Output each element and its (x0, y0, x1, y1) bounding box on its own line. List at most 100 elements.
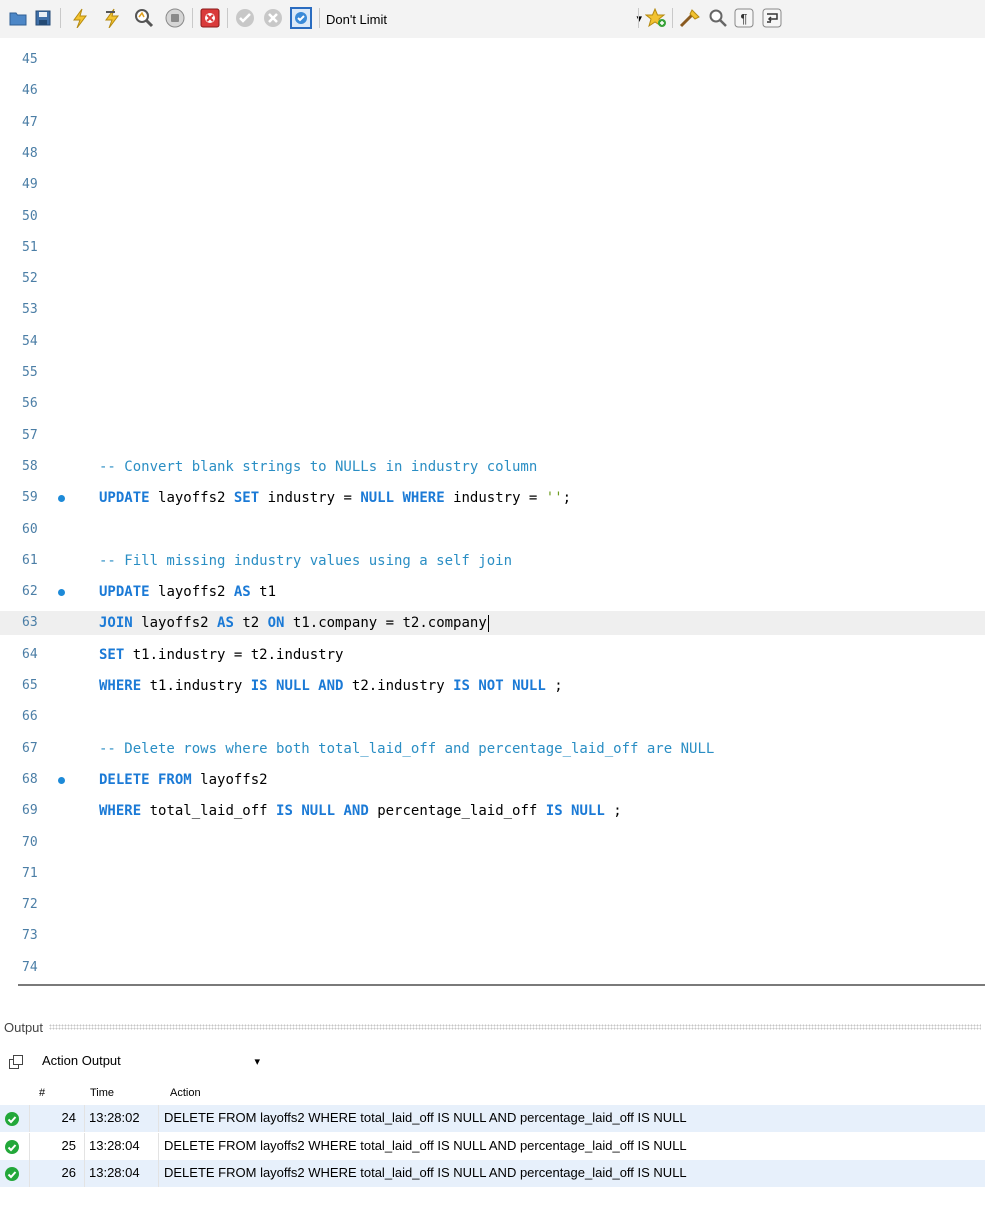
line-number: 65 (22, 678, 38, 693)
sql-keyword: NULL (360, 490, 395, 507)
column-divider (29, 1132, 30, 1160)
code-line[interactable]: 70 (0, 831, 985, 855)
sql-token: t2 (242, 615, 268, 632)
invisibles-icon[interactable]: ¶ (732, 6, 756, 30)
save-icon[interactable] (31, 6, 55, 30)
table-row[interactable]: 24 13:28:02 DELETE FROM layoffs2 WHERE tot… (0, 1105, 985, 1132)
code-line[interactable]: 53 (0, 298, 985, 322)
toolbar-separator (227, 8, 228, 28)
line-number: 71 (22, 865, 38, 881)
code-line[interactable]: 51 (0, 236, 985, 260)
column-header-action[interactable]: Action (170, 1087, 201, 1099)
find-icon[interactable] (706, 6, 730, 30)
line-number: 47 (22, 114, 38, 130)
code-line[interactable]: 73 (0, 924, 985, 948)
beautify-icon[interactable] (678, 6, 702, 30)
open-file-icon[interactable] (6, 6, 30, 30)
explain-icon[interactable] (132, 6, 156, 30)
code-line[interactable]: 48 (0, 142, 985, 166)
table-row[interactable]: 25 13:28:04 DELETE FROM layoffs2 WHERE tot… (0, 1132, 985, 1160)
row-time: 13:28:04 (89, 1137, 140, 1153)
line-number: 59 (22, 490, 38, 506)
column-header-number[interactable]: # (39, 1087, 45, 1099)
autocommit-icon[interactable] (289, 6, 313, 30)
line-number: 46 (22, 83, 38, 99)
statement-marker-icon[interactable] (58, 495, 65, 503)
code-line[interactable]: 60 (0, 518, 985, 542)
code-line[interactable]: 65 WHERE t1.industry IS NULL AND t2.indus… (0, 674, 985, 698)
code-line[interactable]: 61 -- Fill missing industry values using … (0, 549, 985, 573)
sql-keyword: IS NULL AND (250, 678, 344, 694)
column-header-time[interactable]: Time (90, 1087, 114, 1099)
code-line[interactable]: 67 -- Delete rows where both total_laid_o… (0, 737, 985, 761)
code-line[interactable]: 62 UPDATE layoffs2 AS t1 (0, 580, 985, 604)
code-line[interactable]: 55 (0, 361, 985, 385)
line-number: 68 (22, 771, 38, 787)
sql-keyword: WHERE (402, 490, 445, 507)
code-line[interactable]: 71 (0, 862, 985, 886)
code-line[interactable]: 59 UPDATE layoffs2 SET industry = NULL WH… (0, 486, 985, 510)
code-line[interactable]: 58 -- Convert blank strings to NULLs in i… (0, 455, 985, 479)
code-line[interactable]: 63 JOIN layoffs2 AS t2 ON t1.company = t2… (0, 611, 985, 636)
code-line[interactable]: 45 (0, 48, 985, 72)
chevron-down-icon[interactable]: ▾ (254, 1055, 260, 1068)
add-snippet-icon[interactable] (644, 6, 668, 30)
code-text: -- Delete rows where both total_laid_off… (99, 741, 714, 757)
sql-string: '' (545, 490, 563, 507)
commit-icon[interactable] (233, 6, 257, 30)
column-divider (84, 1132, 85, 1160)
table-row[interactable]: 26 13:28:04 DELETE FROM layoffs2 WHERE tot… (0, 1160, 985, 1188)
code-line[interactable]: 68 DELETE FROM layoffs2 (0, 768, 985, 792)
sql-keyword: IS NULL (545, 803, 605, 820)
code-line[interactable]: 66 (0, 705, 985, 729)
line-number: 70 (22, 834, 38, 850)
limit-rows-select[interactable]: Don't Limit ▾ (326, 9, 642, 29)
code-line[interactable]: 64 SET t1.industry = t2.industry (0, 643, 985, 667)
statement-marker-icon[interactable] (58, 776, 65, 784)
stop-icon[interactable] (163, 6, 187, 30)
code-line[interactable]: 50 (0, 205, 985, 229)
output-type-select[interactable]: Action Output ▾ (42, 1053, 260, 1071)
code-line[interactable]: 56 (0, 392, 985, 416)
code-line[interactable]: 54 (0, 330, 985, 354)
line-number: 54 (22, 333, 38, 349)
execute-icon[interactable] (68, 6, 92, 30)
sql-keyword: SET (99, 646, 125, 663)
execute-current-icon[interactable] (100, 6, 124, 30)
code-line[interactable]: 69 WHERE total_laid_off IS NULL AND perce… (0, 799, 985, 823)
rollback-icon[interactable] (261, 6, 285, 30)
line-number: 62 (22, 584, 38, 600)
panel-grip[interactable] (49, 1024, 981, 1030)
code-text: JOIN layoffs2 AS t2 ON t1.company = t2.c… (99, 615, 489, 633)
stop-on-error-icon[interactable] (198, 6, 222, 30)
sql-keyword: ON (267, 615, 285, 632)
line-number: 74 (22, 959, 38, 975)
code-line[interactable]: 49 (0, 173, 985, 197)
copy-icon[interactable] (8, 1054, 24, 1070)
wrap-icon[interactable] (760, 6, 784, 30)
row-time: 13:28:04 (89, 1165, 140, 1181)
statement-marker-icon[interactable] (58, 589, 65, 597)
code-line[interactable]: 52 (0, 267, 985, 291)
limit-rows-value: Don't Limit (326, 11, 388, 27)
code-text: -- Convert blank strings to NULLs in ind… (99, 459, 537, 475)
editor-splitter[interactable] (18, 984, 985, 986)
success-icon (5, 1139, 19, 1154)
code-line[interactable]: 47 (0, 111, 985, 135)
sql-keyword: UPDATE (99, 490, 150, 507)
code-line[interactable]: 46 (0, 79, 985, 103)
code-line[interactable]: 74 (0, 956, 985, 980)
sql-editor[interactable]: 45 46 47 48 49 50 51 52 53 54 55 56 57 58 -- Convert b… (0, 38, 985, 978)
sql-token: industry = (453, 490, 546, 507)
line-number: 50 (22, 208, 38, 224)
line-number: 72 (22, 897, 38, 913)
code-line[interactable]: 57 (0, 424, 985, 448)
code-line[interactable]: 72 (0, 893, 985, 917)
